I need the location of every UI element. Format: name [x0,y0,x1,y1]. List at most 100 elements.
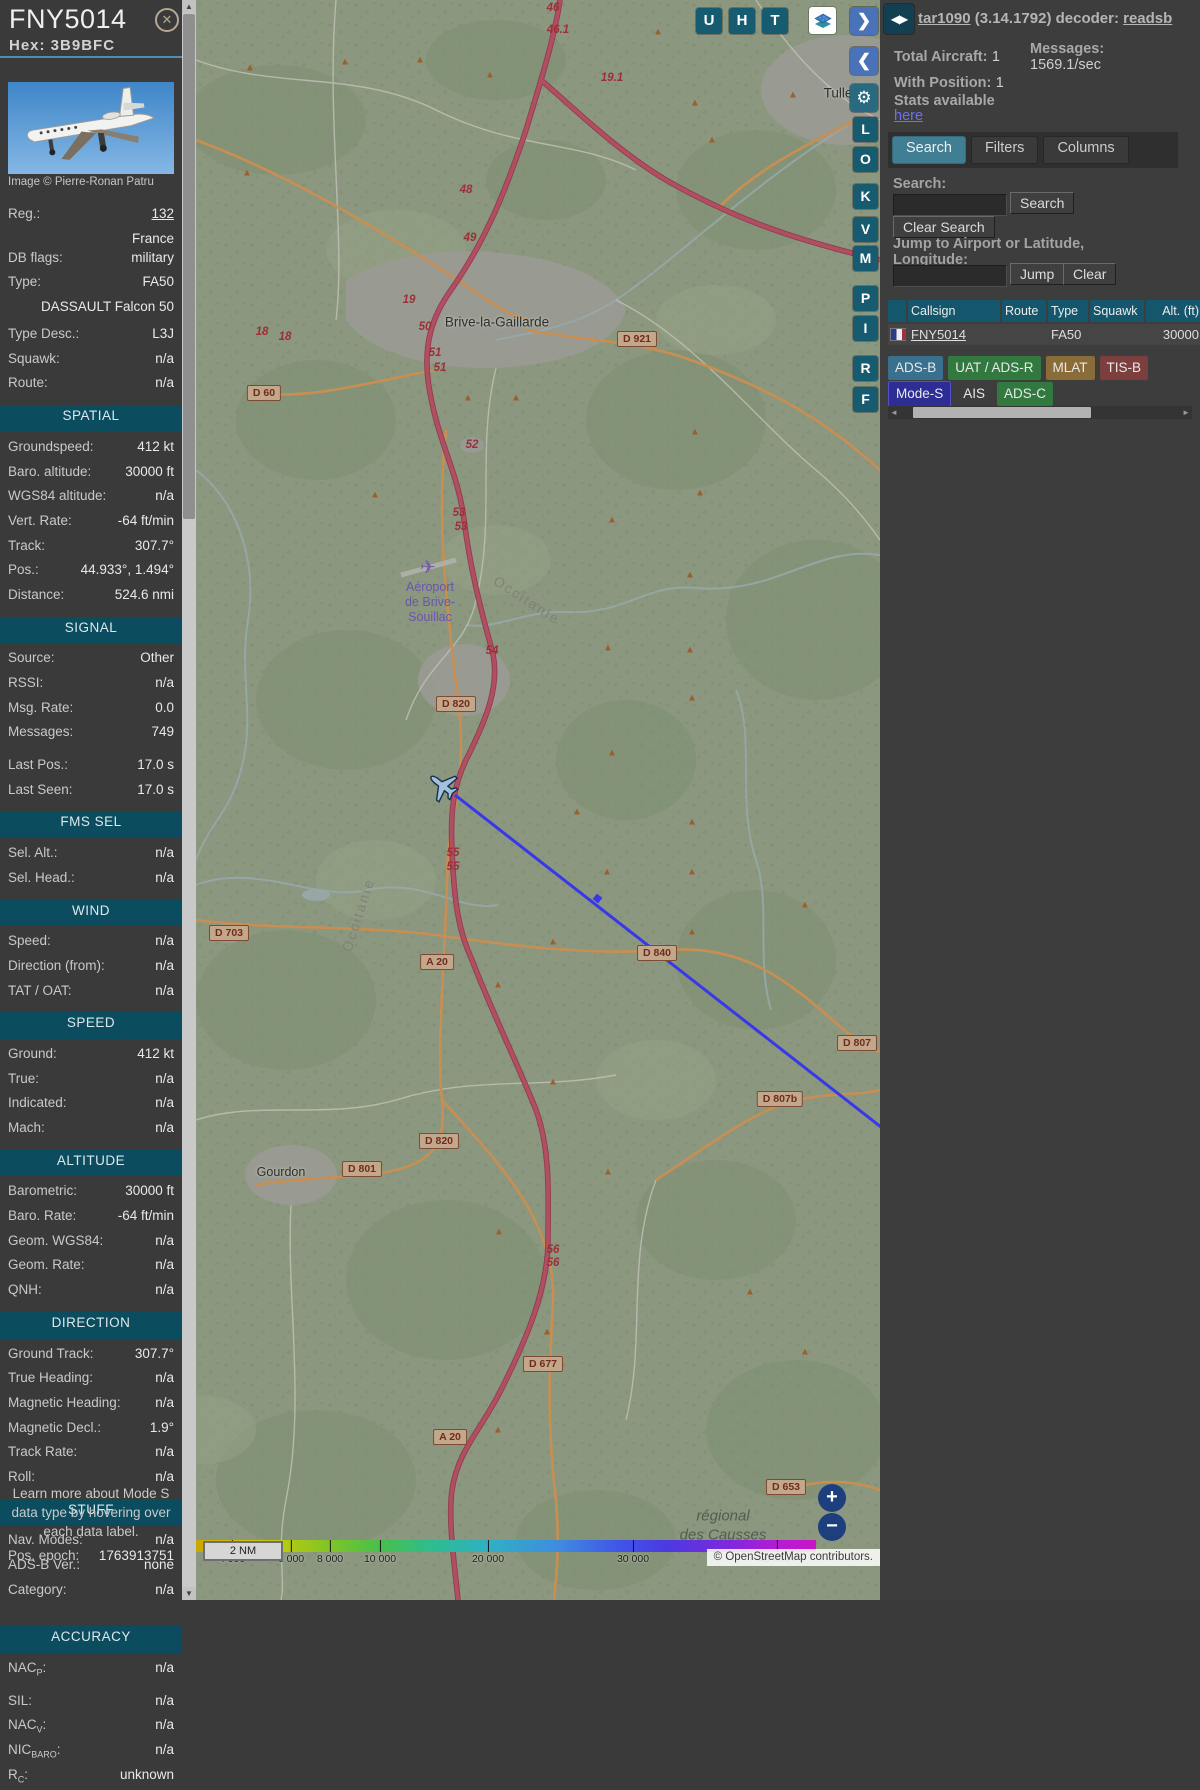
scroll-up-icon[interactable]: ▲ [182,0,196,13]
row-label: Last Pos.: [8,757,69,773]
pos-epoch-label: Pos. epoch: [8,1548,80,1563]
data-row: True Heading: n/a [8,1368,174,1393]
map-hotkey-button[interactable]: P [853,286,878,311]
settings-button[interactable]: ⚙ [850,84,878,112]
column-header[interactable]: Alt. (ft) [1146,300,1200,322]
row-label: QNH: [8,1282,42,1298]
map[interactable]: ▲ ▲ ▲ ▲ ▲ ▲ ▲ ▲ ▲ ▲ ▲ ▲ ▲ ▲ ▲ ▲ ▲ ▲ ▲ ▲ ▲ ▲ ▲ ▲ ▲ ▲ ▲ ▲ ▲ ▲ ▲ ▲ ▲ ▲ ▲ Briv… [196,0,880,1600]
tar1090-link[interactable]: tar1090 [918,10,971,27]
peak-icon: ▲ [707,134,717,146]
data-row: ALTITUDE [0,1149,182,1177]
road-exit-number: 46 [546,2,560,14]
tab[interactable]: Search [892,136,966,164]
zoom-in-button[interactable]: + [818,1484,846,1512]
search-button[interactable]: Search [1010,192,1075,214]
row-label: True: [8,1070,40,1086]
map-hotkey-button[interactable]: K [853,184,878,209]
row-label: Vert. Rate: [8,512,72,528]
map-hotkey-button[interactable]: V [853,217,878,242]
map-hotkey-button[interactable]: L [853,117,878,142]
source-chip[interactable]: ADS-B [888,356,944,380]
row-label: Sel. Alt.: [8,845,58,861]
layers-button[interactable] [809,7,836,34]
clear-button[interactable]: Clear [1063,263,1117,285]
clear-search-button[interactable]: Clear Search [893,216,995,238]
peak-icon: ▲ [685,569,695,581]
aircraft-marker[interactable] [423,766,463,806]
map-hotkey-button[interactable]: M [853,246,878,271]
row-label: Magnetic Heading: [8,1394,121,1410]
row-label: DIRECTION [51,1314,131,1330]
source-chip[interactable]: UAT / ADS-R [948,356,1041,380]
panel-toggle-button[interactable]: ◀▶ [884,4,914,34]
hscroll-thumb[interactable] [913,407,1091,418]
column-header[interactable]: Type [1048,300,1088,322]
row-value: n/a [155,1717,174,1733]
stats-available: Stats available [894,93,995,109]
tab[interactable]: Columns [1043,136,1129,164]
row-value: n/a [155,1120,174,1135]
row-value: n/a [155,869,174,885]
source-chip[interactable]: TIS-B [1099,356,1149,380]
minus-icon: − [826,1515,838,1537]
row-value: 412 kt [137,1045,174,1061]
source-chip[interactable]: Mode-S [888,381,952,407]
stats-here-link[interactable]: here [894,108,923,124]
peak-icon: ▲ [242,167,252,179]
row-label: Reg.: [8,206,41,221]
messages-stat: Messages: 1569.1/sec [1030,41,1105,73]
data-row: Geom. Rate: n/a [8,1255,174,1280]
road-shield: D 807 [836,1035,878,1051]
map-hotkey-button[interactable]: I [853,316,878,341]
row-value: 17.0 s [137,757,174,773]
map-hotkey-button[interactable]: F [853,387,878,412]
peak-icon: ▲ [370,489,380,501]
row-label: Type: [8,274,42,290]
source-chip[interactable]: MLAT [1045,356,1095,380]
callsign-link[interactable]: FNY5014 [911,327,966,342]
search-input[interactable] [893,194,1007,216]
osm-attribution[interactable]: © OpenStreetMap contributors. [706,1549,880,1566]
jump-button[interactable]: Jump [1010,263,1065,285]
column-header[interactable]: Callsign [908,300,1000,322]
source-chip[interactable]: AIS [956,382,992,406]
road-exit-number: 19 [402,294,416,306]
scroll-right-icon[interactable]: ► [1180,406,1192,419]
data-row: QNH: n/a [8,1280,174,1305]
table-horizontal-scrollbar[interactable]: ◄ ► [888,406,1192,419]
flag-cell [888,324,906,345]
peak-icon: ▲ [603,1166,613,1178]
close-icon[interactable]: ✕ [155,8,179,32]
map-toggle-button[interactable]: U [696,8,722,34]
data-row: TAT / OAT: n/a [8,981,174,1006]
data-row: Category: n/a [8,1580,174,1605]
column-header[interactable]: Route [1002,300,1046,322]
peak-icon: ▲ [745,1286,755,1298]
map-toggle-button[interactable]: H [729,8,755,34]
data-row: WGS84 altitude: n/a [8,486,174,511]
readsb-link[interactable]: readsb [1123,10,1172,27]
aircraft-callsign-title: FNY5014 [9,4,127,34]
sidebar-scrollbar[interactable]: ▲ ▼ [182,0,196,1600]
jump-input[interactable] [893,265,1007,287]
column-header[interactable]: Squawk [1090,300,1144,322]
map-toggle-button[interactable]: T [762,8,788,34]
map-hotkey-button[interactable]: R [853,356,878,381]
row-label: Sel. Head.: [8,869,75,885]
tab[interactable]: Filters [970,136,1039,164]
data-row: SPEED [0,1012,182,1039]
source-chip[interactable]: ADS-C [997,382,1054,406]
column-header[interactable] [888,300,906,322]
scrollbar-thumb[interactable] [183,14,195,519]
scroll-down-icon[interactable]: ▼ [182,1587,196,1600]
zoom-out-button[interactable]: − [818,1513,846,1541]
gear-icon: ⚙ [856,88,872,107]
collapse-left-button[interactable]: ❮ [850,47,878,75]
expand-right-button[interactable]: ❯ [850,7,878,35]
scroll-left-icon[interactable]: ◄ [888,406,900,419]
table-row[interactable]: FNY5014 FA50 30000 [888,324,1200,345]
road-shield: A 20 [433,1429,467,1445]
map-hotkey-button[interactable]: O [853,147,878,172]
row-value[interactable]: 132 [151,204,174,229]
legend-tick: 20 000 [472,1540,504,1565]
